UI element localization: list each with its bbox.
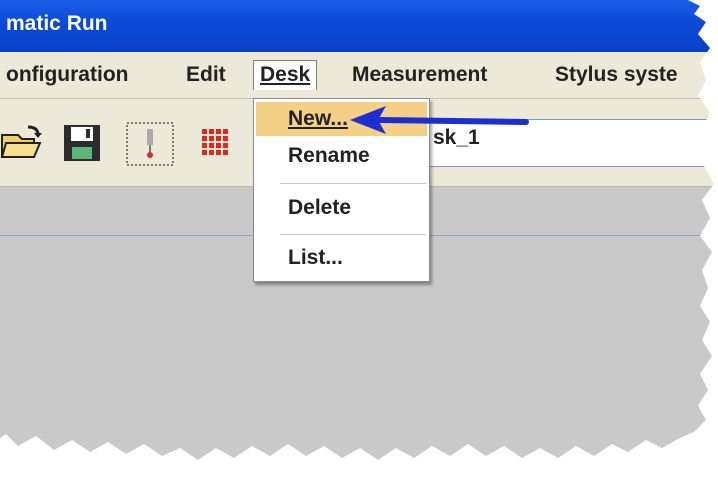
menu-item-list[interactable]: List... (256, 241, 427, 275)
annotation-arrow-icon (350, 106, 529, 134)
title-bar[interactable]: matic Run (0, 0, 714, 52)
menu-item-delete[interactable]: Delete (256, 191, 427, 225)
menu-configuration[interactable]: onfiguration (0, 60, 134, 90)
menu-edit[interactable]: Edit (180, 60, 232, 90)
menu-item-rename[interactable]: Rename (256, 139, 427, 173)
window-title: matic Run (6, 12, 108, 35)
menu-bar: onfiguration Edit Desk Measurement Stylu… (0, 52, 714, 99)
grid-dots-icon[interactable] (194, 121, 238, 165)
save-floppy-icon[interactable] (60, 121, 104, 165)
menu-stylus-system[interactable]: Stylus syste (549, 60, 684, 90)
menu-separator (280, 183, 426, 184)
application-window: matic Run onfiguration Edit Desk Measure… (0, 0, 714, 460)
menu-separator (280, 234, 426, 235)
open-folder-icon[interactable] (0, 121, 44, 165)
menu-desk[interactable]: Desk (253, 60, 318, 90)
stylus-probe-icon[interactable] (125, 121, 175, 166)
menu-measurement[interactable]: Measurement (346, 60, 493, 90)
